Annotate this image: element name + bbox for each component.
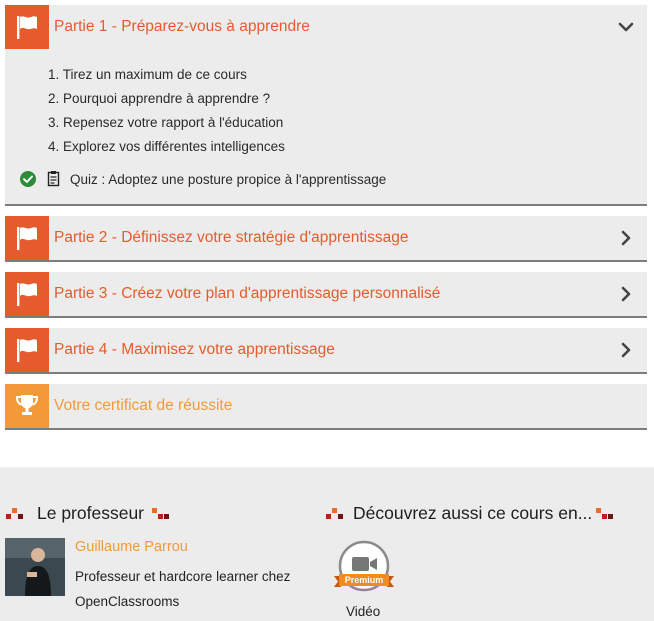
professor-name-link[interactable]: Guillaume Parrou (75, 539, 188, 555)
part-1-title: Partie 1 - Préparez-vous à apprendre (54, 18, 310, 35)
chapter-link[interactable]: 3. Repensez votre rapport à l'éducation (48, 111, 647, 135)
flag-icon (5, 272, 49, 316)
chevron-right-icon[interactable] (617, 341, 635, 359)
video-format-label: Vidéo (346, 604, 381, 619)
part-2-title: Partie 2 - Définissez votre stratégie d'… (54, 229, 409, 246)
chapter-link[interactable]: 1. Tirez un maximum de ce cours (48, 63, 647, 87)
part-1-header[interactable]: Partie 1 - Préparez-vous à apprendre (5, 5, 647, 49)
certificate: Votre certificat de réussite (5, 384, 647, 430)
chevron-down-icon[interactable] (617, 18, 635, 36)
quiz-icon (47, 171, 60, 187)
chapter-link[interactable]: 4. Explorez vos différentes intelligence… (48, 135, 647, 159)
part-4: Partie 4 - Maximisez votre apprentissage (5, 328, 647, 374)
quiz-item[interactable]: Quiz : Adoptez une posture propice à l'a… (20, 168, 647, 190)
part-3-title: Partie 3 - Créez votre plan d'apprentiss… (54, 285, 441, 302)
certificate-header[interactable]: Votre certificat de réussite (5, 384, 647, 428)
flag-icon (5, 216, 49, 260)
decoration-icon (326, 507, 348, 520)
flag-icon (5, 5, 49, 49)
chevron-right-icon[interactable] (617, 229, 635, 247)
part-3: Partie 3 - Créez votre plan d'apprentiss… (5, 272, 647, 318)
flag-icon (5, 328, 49, 372)
video-camera-icon (334, 540, 394, 592)
trophy-icon (5, 384, 49, 428)
chapter-link[interactable]: 2. Pourquoi apprendre à apprendre ? (48, 87, 647, 111)
decoration-icon (6, 507, 28, 520)
part-1: Partie 1 - Préparez-vous à apprendre 1. … (5, 5, 647, 206)
part-2: Partie 2 - Définissez votre stratégie d'… (5, 216, 647, 262)
course-info-panel: Le professeur Guillaume Parrou Professeu… (0, 467, 654, 621)
premium-badge: Premium (344, 575, 384, 585)
check-icon (20, 171, 36, 187)
part-4-title: Partie 4 - Maximisez votre apprentissage (54, 341, 335, 358)
part-1-body: 1. Tirez un maximum de ce cours 2. Pourq… (5, 49, 647, 204)
certificate-title: Votre certificat de réussite (54, 397, 233, 414)
discover-heading: Découvrez aussi ce cours en... (326, 503, 618, 524)
chapter-list: 1. Tirez un maximum de ce cours 2. Pourq… (48, 63, 647, 159)
part-3-header[interactable]: Partie 3 - Créez votre plan d'apprentiss… (5, 272, 647, 316)
part-4-header[interactable]: Partie 4 - Maximisez votre apprentissage (5, 328, 647, 372)
professor-description: Professeur et hardcore learner chez Open… (75, 569, 291, 609)
part-2-header[interactable]: Partie 2 - Définissez votre stratégie d'… (5, 216, 647, 260)
video-format-button[interactable]: Premium (333, 540, 395, 600)
professor-heading: Le professeur (6, 503, 174, 524)
quiz-label: Quiz : Adoptez une posture propice à l'a… (70, 171, 387, 187)
decoration-icon (152, 507, 174, 520)
decoration-icon (596, 507, 618, 520)
avatar[interactable] (5, 538, 65, 596)
course-outline: Partie 1 - Préparez-vous à apprendre 1. … (5, 5, 647, 440)
chevron-right-icon[interactable] (617, 285, 635, 303)
